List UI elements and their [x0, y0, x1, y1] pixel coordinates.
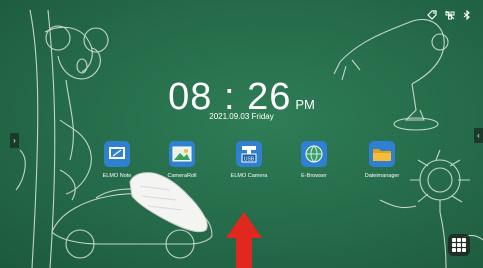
bluetooth-icon: [463, 10, 470, 20]
app-label: ELMO Note: [102, 173, 132, 179]
network-off-icon: [445, 10, 455, 20]
app-dateimanager[interactable]: Dateimanager: [352, 141, 412, 179]
note-icon: [104, 141, 130, 167]
photo-icon: [169, 141, 195, 167]
app-elmo-camera[interactable]: USB ELMO Camera: [219, 141, 279, 179]
app-camera-roll[interactable]: CameraRoll: [152, 141, 212, 179]
svg-text:USB: USB: [244, 157, 255, 163]
right-drawer-handle[interactable]: ‹: [474, 128, 483, 143]
left-drawer-handle[interactable]: ›: [10, 133, 19, 148]
app-label: Dateimanager: [364, 173, 400, 179]
swipe-up-arrow: [226, 212, 262, 268]
clock-date: 2021.09.03 Friday: [209, 112, 274, 121]
app-label: CameraRoll: [167, 173, 197, 179]
clock-ampm: PM: [295, 97, 315, 112]
status-bar: [427, 10, 471, 20]
tag-icon: [427, 10, 437, 20]
hand-gesture-graphic: [129, 172, 208, 233]
home-screen: 08 : 26 PM 2021.09.03 Friday ELMO Note Ca…: [0, 0, 483, 268]
app-label: E-Browser: [301, 173, 327, 179]
usb-camera-icon: USB: [236, 141, 262, 167]
app-drawer-button[interactable]: [448, 234, 470, 256]
app-label: ELMO Camera: [230, 173, 268, 179]
app-e-browser[interactable]: E-Browser: [284, 141, 344, 179]
wallpaper-illustration: [15, 9, 483, 268]
globe-icon: [301, 141, 327, 167]
folder-icon: [369, 141, 395, 167]
app-elmo-note[interactable]: ELMO Note: [87, 141, 147, 179]
